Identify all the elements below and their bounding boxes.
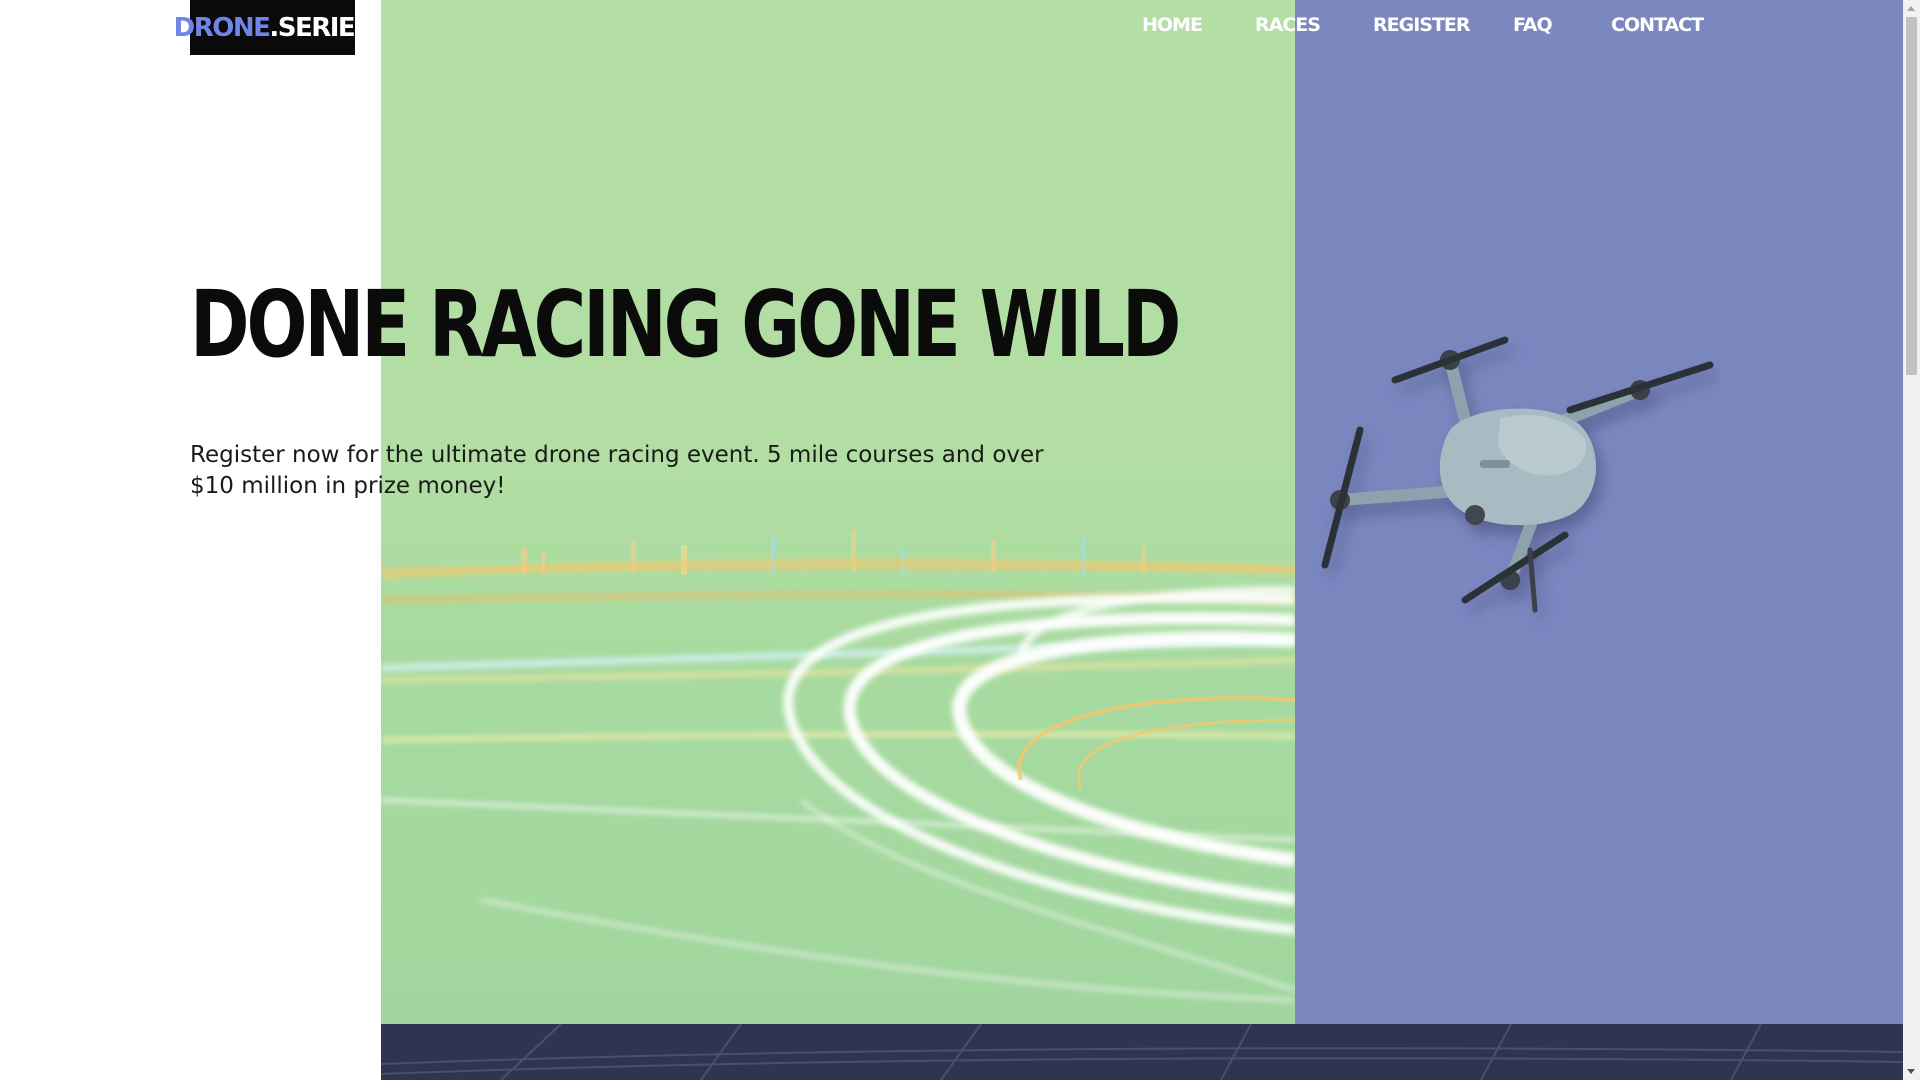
- nav-contact-link[interactable]: CONTACT: [1611, 12, 1704, 38]
- nav-home-link[interactable]: HOME: [1142, 12, 1203, 38]
- hero-background-image: [381, 0, 1295, 1024]
- nav-races-link[interactable]: RACES: [1255, 12, 1321, 38]
- logo-text-drone: DRONE: [173, 12, 271, 43]
- scroll-down-arrow-icon[interactable]: [1907, 1069, 1915, 1074]
- nav-register-link[interactable]: REGISTER: [1373, 12, 1471, 38]
- logo-text-series: .SERIES: [269, 12, 373, 43]
- page: DRONE .SERIES HOME RACES REGISTER FAQ CON…: [0, 0, 1920, 1080]
- scrollbar-thumb[interactable]: [1906, 17, 1917, 375]
- nav-faq-link[interactable]: FAQ: [1513, 12, 1553, 38]
- hero-headline: DONE RACING GONE WILD: [190, 271, 1181, 378]
- next-section-image: [381, 1024, 1903, 1080]
- page-scrollbar[interactable]: [1903, 0, 1920, 1080]
- drone-image: [1321, 336, 1714, 613]
- stadium-roof-image: [381, 1024, 1903, 1080]
- light-trails-image: [381, 530, 1295, 1002]
- site-logo[interactable]: DRONE .SERIES: [174, 0, 373, 55]
- hero-subtext: Register now for the ultimate drone raci…: [190, 442, 1044, 499]
- scroll-up-arrow-icon[interactable]: [1907, 6, 1915, 11]
